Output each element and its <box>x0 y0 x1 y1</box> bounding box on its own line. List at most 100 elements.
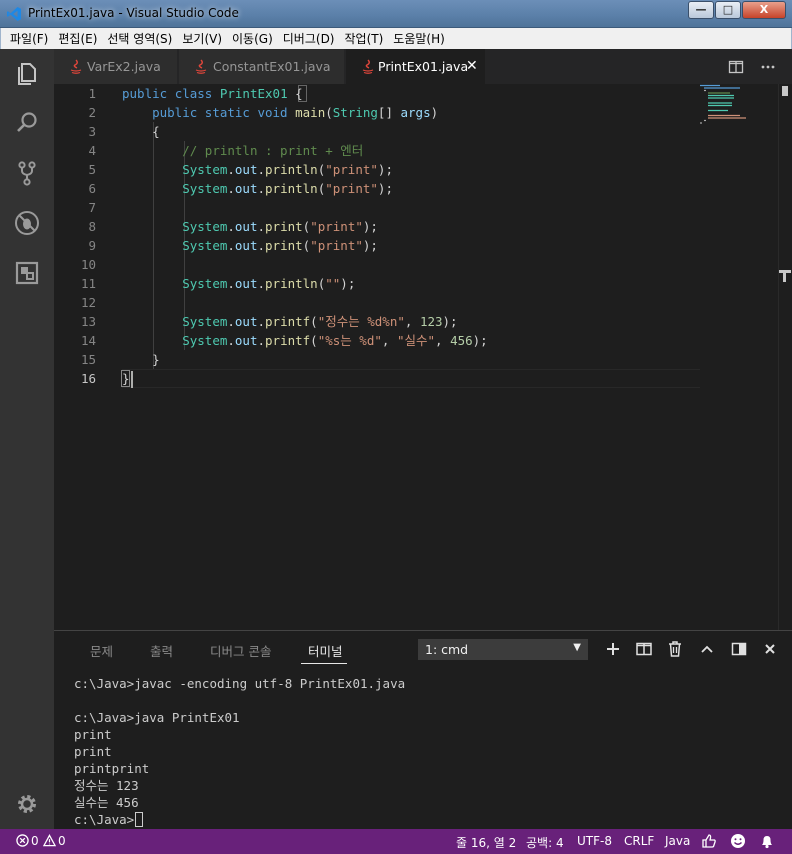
settings-gear-icon[interactable] <box>13 790 41 818</box>
activity-bar <box>0 49 54 829</box>
window-title: PrintEx01.java - Visual Studio Code <box>28 6 239 20</box>
tab-printex01[interactable]: PrintEx01.java ✕ <box>346 49 486 84</box>
error-count[interactable]: 0 <box>31 834 39 848</box>
menu-tasks[interactable]: 작업(T) <box>340 30 389 47</box>
code-line[interactable]: } <box>122 369 130 388</box>
panel-tab-debug-console[interactable]: 디버그 콘솔 <box>210 641 271 660</box>
terminal-line: c:\Java>javac -encoding utf-8 PrintEx01.… <box>74 675 405 692</box>
toggle-panel-icon[interactable] <box>729 639 749 659</box>
feedback-smiley-icon[interactable] <box>730 833 746 849</box>
menu-file[interactable]: 파일(F) <box>5 30 53 47</box>
code-line[interactable]: System.out.printf("정수는 %d%n", 123); <box>122 312 457 331</box>
active-tab-indicator <box>301 663 347 664</box>
code-line[interactable]: System.out.printf("%s는 %d", "실수", 456); <box>122 331 488 350</box>
code-token: System <box>182 162 228 177</box>
line-number: 3 <box>88 124 96 139</box>
code-token: out <box>234 276 258 291</box>
tab-varex2[interactable]: VarEx2.java <box>54 49 178 84</box>
code-line[interactable]: System.out.print("print"); <box>122 217 378 236</box>
tab-constantex01[interactable]: ConstantEx01.java <box>179 49 345 84</box>
code-line[interactable]: public static void main(String[] args) <box>122 103 438 122</box>
minimize-button[interactable]: — <box>688 1 714 19</box>
menu-go[interactable]: 이동(G) <box>227 30 278 47</box>
menu-edit[interactable]: 편집(E) <box>53 30 102 47</box>
vscode-logo-icon <box>7 7 21 21</box>
code-token: System <box>182 219 228 234</box>
code-token: System <box>182 314 228 329</box>
panel-tab-problems[interactable]: 문제 <box>90 641 113 660</box>
code-token: class <box>174 86 213 101</box>
code-token: . <box>257 219 266 234</box>
more-actions-icon[interactable] <box>760 59 776 75</box>
language-mode[interactable]: Java <box>665 834 690 848</box>
line-number: 9 <box>88 238 96 253</box>
menu-selection[interactable]: 선택 영역(S) <box>102 30 177 47</box>
close-icon[interactable] <box>760 639 780 659</box>
error-icon[interactable] <box>16 834 29 847</box>
code-line[interactable]: { <box>122 122 160 141</box>
panel-tab-terminal[interactable]: 터미널 <box>308 641 343 660</box>
line-number: 14 <box>80 333 96 348</box>
maximize-button[interactable]: □ <box>715 1 741 19</box>
extensions-icon[interactable] <box>13 259 41 287</box>
eol-setting[interactable]: CRLF <box>624 834 654 848</box>
thumbs-up-icon[interactable] <box>701 833 717 849</box>
menu-debug[interactable]: 디버그(D) <box>278 30 340 47</box>
terminal-select[interactable]: 1: cmd ▼ <box>418 639 588 660</box>
notification-bell-icon[interactable] <box>759 833 775 849</box>
line-number: 16 <box>80 371 96 386</box>
code-token: ); <box>362 219 378 234</box>
code-token: out <box>234 314 258 329</box>
cursor-position[interactable]: 줄 16, 열 2 <box>456 834 516 851</box>
code-line[interactable]: public class PrintEx01 { <box>122 84 303 103</box>
editor-actions <box>722 49 792 84</box>
chevron-up-icon[interactable] <box>697 639 717 659</box>
minimap[interactable] <box>700 84 770 124</box>
code-line[interactable]: } <box>122 350 160 369</box>
code-line[interactable]: // println : print + 엔터 <box>122 141 363 160</box>
plus-icon[interactable] <box>603 639 623 659</box>
close-window-button[interactable]: X <box>742 1 786 19</box>
code-line[interactable]: System.out.println("print"); <box>122 160 393 179</box>
warning-icon[interactable] <box>43 834 56 847</box>
code-token: { <box>287 86 303 101</box>
warning-count[interactable]: 0 <box>58 834 66 848</box>
code-token: ); <box>377 181 393 196</box>
code-line[interactable]: System.out.println("print"); <box>122 179 393 198</box>
debug-icon[interactable] <box>13 209 41 237</box>
code-token: "print" <box>325 162 378 177</box>
trash-icon[interactable] <box>665 639 685 659</box>
code-editor[interactable]: 1 2 3 4 5 6 7 8 9 10 11 12 13 14 15 16 public class Pri… <box>54 84 792 630</box>
code-token: . <box>227 276 235 291</box>
panel-tab-output[interactable]: 출력 <box>150 641 173 660</box>
menu-help[interactable]: 도움말(H) <box>388 30 450 47</box>
tab-close-icon[interactable]: ✕ <box>466 58 478 74</box>
code-token: ); <box>340 276 356 291</box>
code-token: . <box>257 162 266 177</box>
encoding-setting[interactable]: UTF-8 <box>577 834 612 848</box>
source-control-icon[interactable] <box>13 159 41 187</box>
code-line[interactable]: System.out.println(""); <box>122 274 355 293</box>
terminal-line-text: 실수는 456 <box>74 795 139 810</box>
scroll-thumb[interactable] <box>782 86 788 96</box>
text-cursor <box>131 371 133 388</box>
code-token: System <box>182 238 228 253</box>
minimize-icon: — <box>695 3 707 16</box>
editor-scrollbar[interactable] <box>778 84 792 630</box>
explorer-icon[interactable] <box>13 59 41 87</box>
split-terminal-icon[interactable] <box>634 639 654 659</box>
terminal-line-text: c:\Java>java PrintEx01 <box>74 710 240 725</box>
code-token: args <box>400 105 431 120</box>
search-icon[interactable] <box>13 109 41 137</box>
menu-view[interactable]: 보기(V) <box>177 30 227 47</box>
code-token: . <box>227 314 235 329</box>
code-token: System <box>182 333 228 348</box>
code-line[interactable]: System.out.print("print"); <box>122 236 378 255</box>
split-editor-icon[interactable] <box>728 59 744 75</box>
terminal-line: c:\Java> <box>74 811 144 828</box>
terminal-line: print <box>74 726 112 743</box>
indentation-setting[interactable]: 공백: 4 <box>526 834 564 851</box>
